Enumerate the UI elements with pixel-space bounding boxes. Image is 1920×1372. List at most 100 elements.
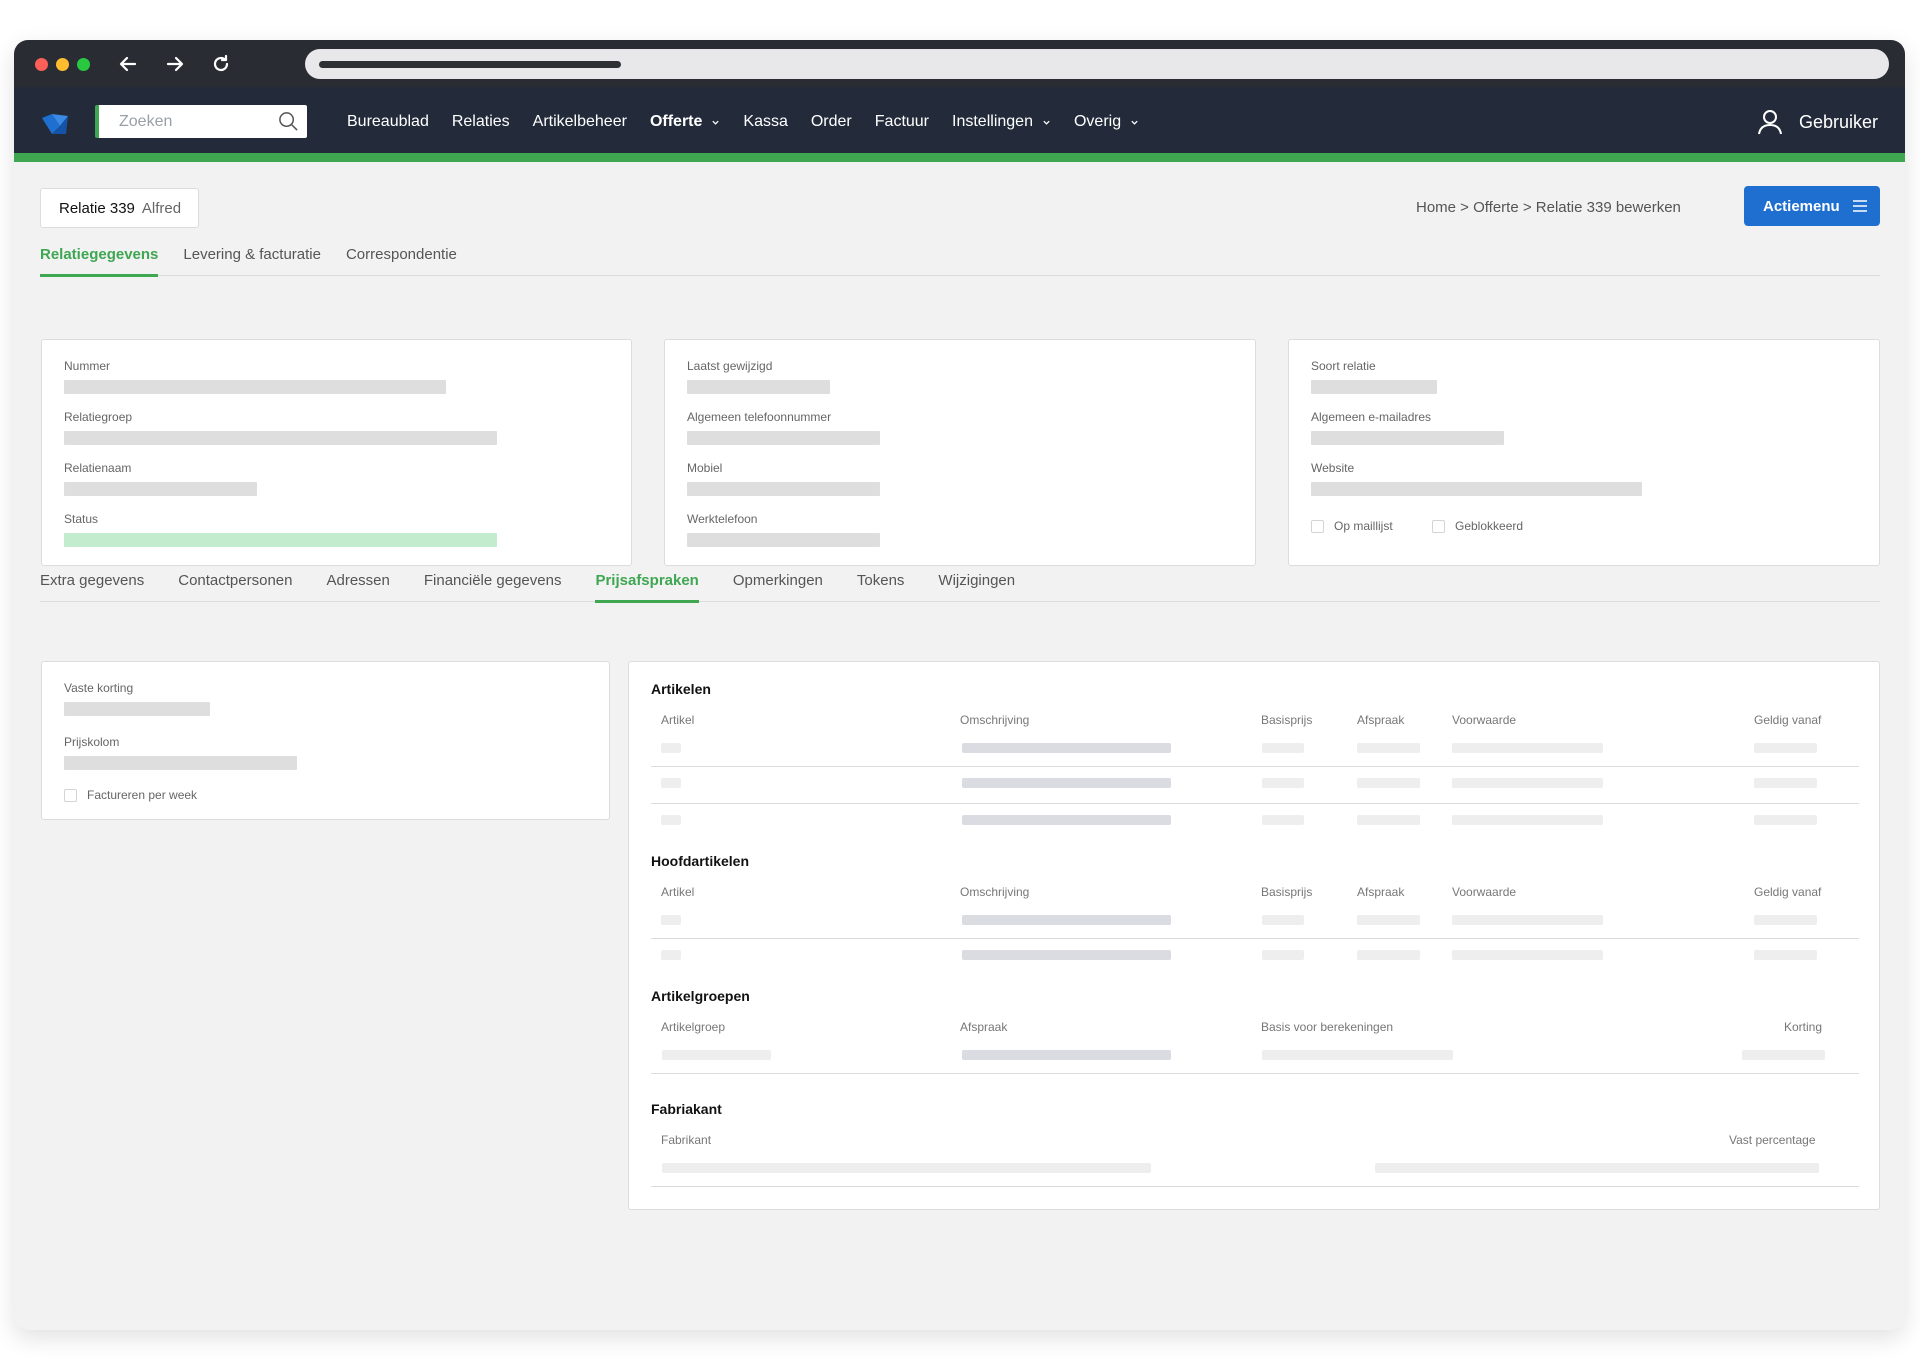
app-logo-icon[interactable] — [40, 112, 70, 138]
cell-placeholder — [1357, 915, 1420, 925]
tab-wijzigingen[interactable]: Wijzigingen — [938, 566, 1015, 602]
tab-extra-gegevens[interactable]: Extra gegevens — [40, 566, 144, 602]
cell-placeholder — [1357, 743, 1420, 753]
field-status[interactable] — [64, 533, 497, 547]
tab-relatiegegevens[interactable]: Relatiegegevens — [40, 240, 159, 277]
section-title-artikelen: Artikelen — [651, 681, 711, 697]
close-window-button[interactable] — [35, 58, 48, 71]
field-nummer[interactable] — [64, 380, 446, 394]
field-telefoon[interactable] — [687, 431, 880, 445]
label-werktelefoon: Werktelefoon — [687, 512, 758, 526]
field-soort-relatie[interactable] — [1311, 380, 1437, 394]
menu-item-overig[interactable]: Overig — [1074, 113, 1139, 131]
cell-placeholder — [662, 1163, 1151, 1173]
checkbox-geblokkeerd[interactable]: Geblokkeerd — [1432, 519, 1523, 533]
user-icon — [1757, 110, 1782, 135]
field-werktelefoon[interactable] — [687, 533, 880, 547]
user-menu[interactable]: Gebruiker — [1757, 87, 1878, 157]
action-menu-button[interactable]: Actiemenu — [1744, 186, 1880, 226]
tab-levering-facturatie[interactable]: Levering & facturatie — [183, 240, 321, 276]
field-relatienaam[interactable] — [64, 482, 257, 496]
cell-placeholder — [662, 1050, 771, 1060]
checkbox-factureren-per-week[interactable]: Factureren per week — [64, 788, 197, 802]
tab-financiele-gegevens[interactable]: Financiële gegevens — [424, 566, 562, 602]
app-header: Bureaublad Relaties Artikelbeheer Offert… — [14, 87, 1905, 157]
label-soort-relatie: Soort relatie — [1311, 359, 1376, 373]
address-bar[interactable] — [305, 49, 1889, 79]
label-nummer: Nummer — [64, 359, 111, 373]
field-website[interactable] — [1311, 482, 1642, 496]
search-input[interactable] — [119, 112, 269, 132]
menu-label: Instellingen — [952, 113, 1033, 130]
cell-placeholder — [962, 743, 1171, 753]
tab-prijsafspraken[interactable]: Prijsafspraken — [595, 566, 700, 603]
browser-chrome — [14, 40, 1905, 87]
menu-item-instellingen[interactable]: Instellingen — [952, 113, 1051, 131]
field-vaste-korting[interactable] — [64, 702, 210, 716]
breadcrumb: Home > Offerte > Relatie 339 bewerken — [1416, 199, 1681, 216]
hamburger-icon — [1852, 200, 1867, 212]
label-laatst-gewijzigd: Laatst gewijzigd — [687, 359, 773, 373]
cell-placeholder — [1357, 815, 1420, 825]
menu-item-kassa[interactable]: Kassa — [743, 113, 787, 131]
card-general: Nummer Relatiegroep Relatienaam Status — [41, 339, 632, 566]
cell-placeholder — [1452, 743, 1603, 753]
field-email[interactable] — [1311, 431, 1504, 445]
reload-icon[interactable] — [207, 50, 235, 78]
action-menu-label: Actiemenu — [1763, 197, 1840, 215]
cell-placeholder — [661, 915, 681, 925]
col-basisprijs: Basisprijs — [1261, 713, 1313, 727]
card-contact: Laatst gewijzigd Algemeen telefoonnummer… — [664, 339, 1256, 566]
col-artikel: Artikel — [661, 713, 695, 727]
menu-item-bureaublad[interactable]: Bureaublad — [347, 113, 429, 131]
back-arrow-icon[interactable] — [114, 50, 142, 78]
cell-placeholder — [1754, 778, 1817, 788]
tab-correspondentie[interactable]: Correspondentie — [346, 240, 457, 276]
search-box — [95, 105, 307, 138]
menu-label: Relaties — [451, 113, 510, 130]
cell-placeholder — [1357, 950, 1420, 960]
cell-placeholder — [661, 743, 681, 753]
checkbox-op-maillijst[interactable]: Op maillijst — [1311, 519, 1393, 533]
label-relatienaam: Relatienaam — [64, 461, 132, 475]
field-mobiel[interactable] — [687, 482, 880, 496]
minimize-window-button[interactable] — [56, 58, 69, 71]
cell-placeholder — [1375, 1163, 1819, 1173]
cell-placeholder — [1262, 915, 1304, 925]
header-accent-bar — [14, 153, 1905, 162]
menu-label: Bureaublad — [347, 113, 429, 130]
tab-opmerkingen[interactable]: Opmerkingen — [733, 566, 823, 602]
section-title-fabriakant: Fabriakant — [651, 1101, 722, 1117]
row-divider — [651, 938, 1859, 939]
tab-tokens[interactable]: Tokens — [857, 566, 905, 602]
chevron-down-icon — [1043, 120, 1050, 125]
cell-placeholder — [1754, 743, 1817, 753]
menu-item-order[interactable]: Order — [811, 113, 852, 131]
col-afspraak: Afspraak — [960, 1020, 1008, 1034]
checkbox-box[interactable] — [1432, 519, 1445, 533]
forward-arrow-icon[interactable] — [161, 50, 189, 78]
checkbox-box[interactable] — [64, 788, 77, 802]
maximize-window-button[interactable] — [77, 58, 90, 71]
tab-adressen[interactable]: Adressen — [326, 566, 389, 602]
search-icon[interactable] — [278, 111, 299, 132]
chevron-down-icon — [712, 120, 720, 125]
card-price-settings: Vaste korting Prijskolom Factureren per … — [41, 661, 610, 820]
cell-placeholder — [1754, 815, 1817, 825]
tab-contactpersonen[interactable]: Contactpersonen — [178, 566, 292, 602]
cell-placeholder — [962, 915, 1171, 925]
col-omschrijving: Omschrijving — [960, 885, 1030, 899]
field-prijskolom[interactable] — [64, 756, 297, 770]
cell-placeholder — [962, 778, 1171, 788]
menu-item-factuur[interactable]: Factuur — [875, 113, 929, 131]
menu-item-offerte[interactable]: Offerte — [650, 113, 720, 131]
row-divider — [651, 1073, 1859, 1074]
checkbox-box[interactable] — [1311, 519, 1324, 533]
cell-placeholder — [1262, 778, 1304, 788]
field-relatiegroep[interactable] — [64, 431, 497, 445]
menu-item-artikelbeheer[interactable]: Artikelbeheer — [533, 113, 627, 131]
cell-placeholder — [1452, 950, 1603, 960]
menu-item-relaties[interactable]: Relaties — [452, 113, 510, 131]
menu-label: Kassa — [743, 113, 788, 130]
cell-placeholder — [1262, 1050, 1453, 1060]
